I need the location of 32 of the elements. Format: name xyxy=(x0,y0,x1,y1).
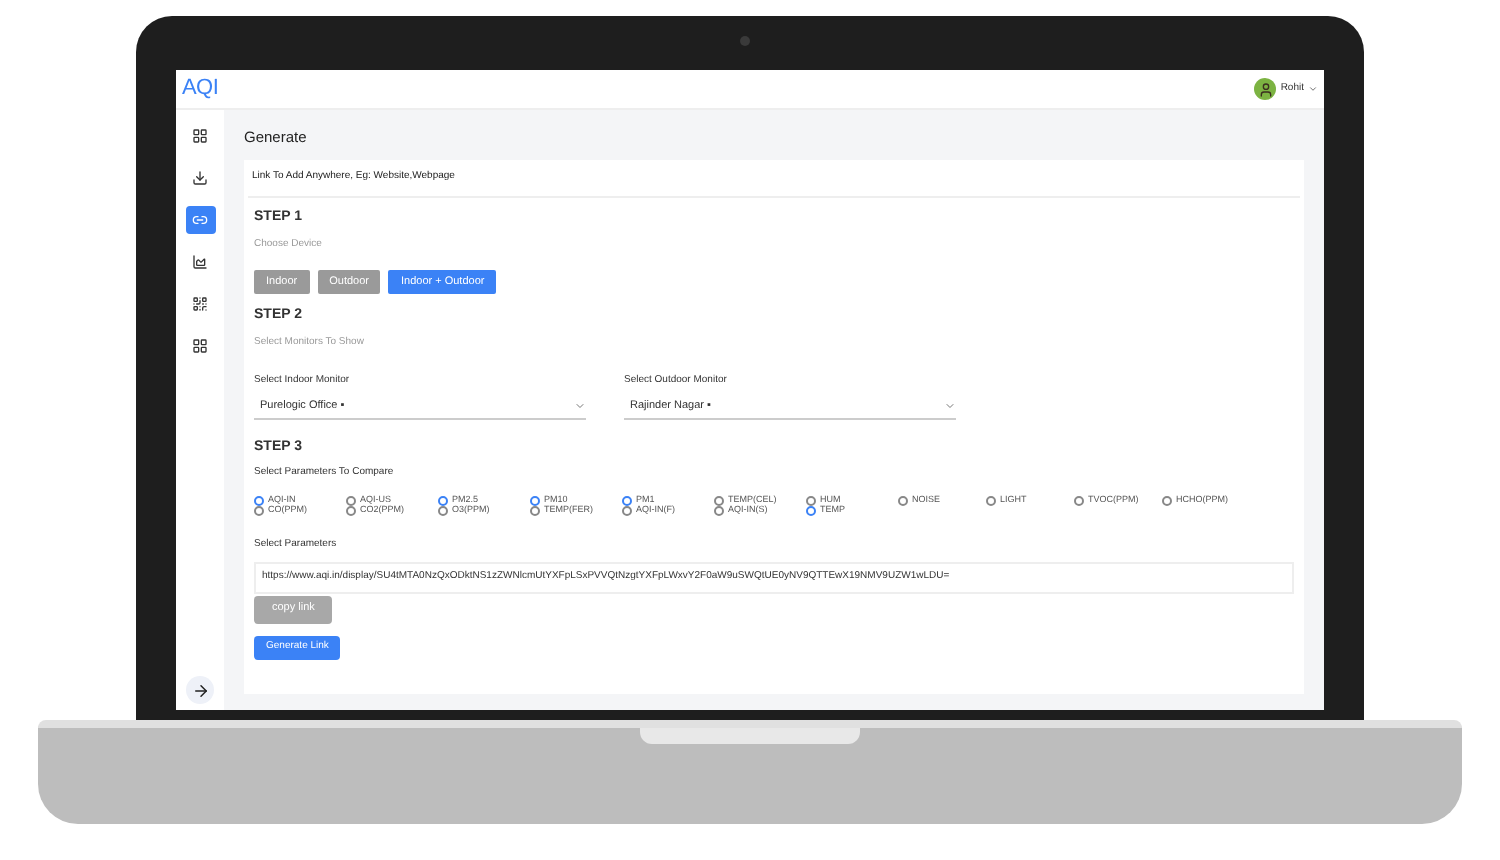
radio-button[interactable] xyxy=(986,495,996,505)
caret-icon[interactable] xyxy=(1308,84,1318,94)
grid-icon xyxy=(192,128,208,144)
radio-button[interactable] xyxy=(1074,495,1084,505)
radio-button[interactable] xyxy=(898,495,908,505)
radio-button[interactable] xyxy=(714,495,724,505)
camera-icon xyxy=(740,36,750,46)
radio-button[interactable] xyxy=(438,505,448,515)
caret-icon xyxy=(574,400,586,413)
radio-button[interactable] xyxy=(806,495,816,505)
radio-button[interactable] xyxy=(254,505,264,515)
qr-code-icon xyxy=(192,296,208,312)
radio-button[interactable] xyxy=(530,505,540,515)
radio-button[interactable] xyxy=(806,505,816,515)
link-icon xyxy=(192,212,208,228)
radio-button[interactable] xyxy=(530,495,540,505)
radio-button[interactable] xyxy=(622,495,632,505)
radio-button[interactable] xyxy=(1162,495,1172,505)
expand-button[interactable] xyxy=(186,676,214,704)
arrow-right-icon xyxy=(191,681,209,699)
radio-button[interactable] xyxy=(622,505,632,515)
aqi-logo: AQI xyxy=(182,74,219,105)
caret-icon xyxy=(944,400,956,413)
radio-button[interactable] xyxy=(714,505,724,515)
download-icon xyxy=(192,170,208,186)
radio-button[interactable] xyxy=(346,505,356,515)
radio-button[interactable] xyxy=(438,495,448,505)
radio-button[interactable] xyxy=(254,495,264,505)
radio-button[interactable] xyxy=(346,495,356,505)
avatar-icon[interactable] xyxy=(1254,78,1277,100)
chart-icon xyxy=(192,254,208,270)
grid-icon xyxy=(192,338,208,354)
